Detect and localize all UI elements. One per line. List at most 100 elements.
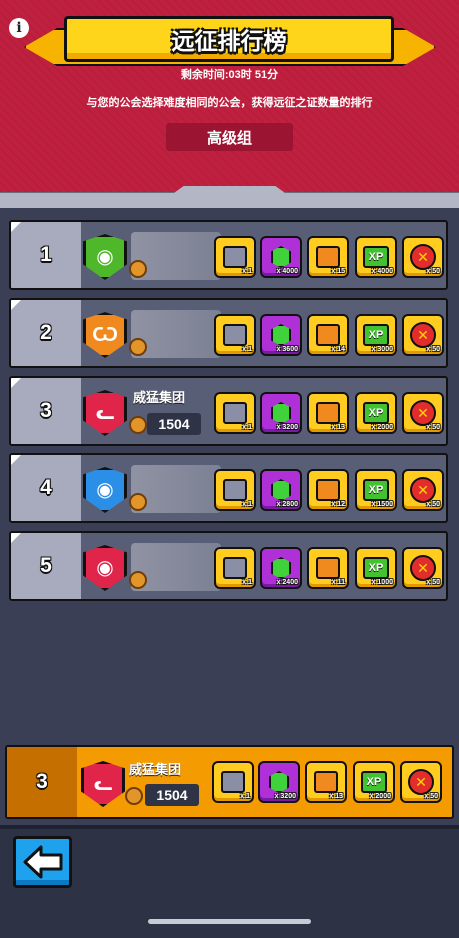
reward-brawl-box[interactable]: x 1 — [214, 547, 256, 589]
mega-box-icon — [316, 402, 340, 424]
trophy-medal-icon — [129, 571, 147, 589]
reward-amount: x 50 — [426, 579, 440, 586]
reward-amount: x 3000 — [371, 346, 393, 353]
token-icon: ✕ — [410, 400, 436, 426]
reward-token[interactable]: ✕ x 50 — [402, 469, 444, 511]
reward-gem[interactable]: x 4000 — [260, 236, 302, 278]
reward-amount: x 50 — [426, 424, 440, 431]
reward-amount: x 2000 — [371, 424, 393, 431]
rank-number: 3 — [40, 399, 52, 422]
rank-box: 5 — [11, 533, 81, 599]
brawl-box-icon — [223, 402, 247, 424]
ranking-row[interactable]: 1 ◉ x 1x 4000 x 15 XP x 4000 ✕ x 50 — [9, 220, 448, 290]
reward-mega-box[interactable]: x 12 — [307, 469, 349, 511]
reward-brawl-box[interactable]: x 1 — [214, 236, 256, 278]
reward-xp[interactable]: XP x 2000 — [353, 761, 395, 803]
cat-icon: ᓚ — [95, 402, 115, 424]
reward-xp[interactable]: XP x 2000 — [355, 392, 397, 434]
reward-token[interactable]: ✕ x 50 — [402, 547, 444, 589]
reward-gem[interactable]: x 2800 — [260, 469, 302, 511]
reward-gem[interactable]: x 3600 — [260, 314, 302, 356]
club-name: 威猛集团 — [129, 762, 182, 777]
reward-amount: x 4000 — [276, 268, 298, 275]
home-indicator[interactable] — [148, 919, 311, 924]
reward-xp[interactable]: XP x 1500 — [355, 469, 397, 511]
rank-box: 2 — [11, 300, 81, 366]
rank-number: 4 — [40, 476, 52, 499]
reward-brawl-box[interactable]: x 1 — [212, 761, 254, 803]
mega-box-icon — [316, 557, 340, 579]
club-name: 威猛集团 — [133, 390, 186, 405]
club-badge: ◉ — [83, 545, 127, 591]
group-label: 高级组 — [166, 123, 293, 151]
mega-box-icon — [316, 479, 340, 501]
reward-brawl-box[interactable]: x 1 — [214, 392, 256, 434]
reward-amount: x 1000 — [371, 579, 393, 586]
reward-xp[interactable]: XP x 1000 — [355, 547, 397, 589]
ranking-row[interactable]: 3 ᓚ 威猛集团 1504 x 1x 3200 x 13 XP x 2000 ✕ x 50 — [9, 376, 448, 446]
reward-xp[interactable]: XP x 4000 — [355, 236, 397, 278]
token-icon: ✕ — [410, 244, 436, 270]
gem-icon — [271, 402, 291, 424]
brawl-box-icon — [221, 771, 245, 793]
xp-icon: XP — [363, 557, 389, 579]
gem-icon — [271, 246, 291, 268]
reward-mega-box[interactable]: x 15 — [307, 236, 349, 278]
token-icon: ✕ — [410, 322, 436, 348]
brawl-box-icon — [223, 557, 247, 579]
info-icon[interactable]: i — [9, 18, 29, 38]
remaining-time: 剩余时间:03时 51分 — [180, 69, 279, 81]
reward-xp[interactable]: XP x 3000 — [355, 314, 397, 356]
reward-brawl-box[interactable]: x 1 — [214, 469, 256, 511]
reward-amount: x 1 — [242, 268, 252, 275]
club-badge: ◉ — [83, 467, 127, 513]
my-club-row[interactable]: 3 ᓚ 威猛集团 1504 x 1x 3200 x 13 XP x 2000 ✕ x 50 — [5, 745, 454, 819]
reward-gem[interactable]: x 3200 — [258, 761, 300, 803]
gem-icon — [271, 324, 291, 346]
xp-icon: XP — [363, 479, 389, 501]
reward-gem[interactable]: x 3200 — [260, 392, 302, 434]
raccoon-icon: ◉ — [96, 557, 114, 579]
reward-mega-box[interactable]: x 11 — [307, 547, 349, 589]
reward-amount: x 50 — [426, 268, 440, 275]
reward-amount: x 4000 — [371, 268, 393, 275]
gem-icon — [271, 479, 291, 501]
reward-mega-box[interactable]: x 13 — [307, 392, 349, 434]
reward-amount: x 14 — [331, 346, 345, 353]
rank-box: 1 — [11, 222, 81, 288]
cat-icon: ᓚ — [93, 773, 113, 795]
club-badge: ᓚ — [83, 390, 127, 436]
rank-number: 3 — [36, 770, 48, 793]
ranking-row[interactable]: 2Ѡx 1x 3600 x 14 XP x 3000 ✕ x 50 — [9, 298, 448, 368]
title-banner: 远征排行榜 — [64, 16, 394, 62]
reward-gem[interactable]: x 2400 — [260, 547, 302, 589]
reward-token[interactable]: ✕ x 50 — [402, 314, 444, 356]
reward-amount: x 1 — [242, 579, 252, 586]
xp-icon: XP — [363, 246, 389, 268]
reward-token[interactable]: ✕ x 50 — [402, 236, 444, 278]
back-button[interactable] — [13, 836, 72, 888]
reward-token[interactable]: ✕ x 50 — [402, 392, 444, 434]
trophy-medal-icon — [129, 416, 147, 434]
reward-mega-box[interactable]: x 13 — [305, 761, 347, 803]
reward-mega-box[interactable]: x 14 — [307, 314, 349, 356]
reward-token[interactable]: ✕ x 50 — [400, 761, 442, 803]
back-arrow-icon — [23, 845, 62, 879]
rank-number: 1 — [40, 243, 52, 266]
reward-amount: x 1 — [242, 424, 252, 431]
reward-amount: x 3200 — [276, 424, 298, 431]
brawl-box-icon — [223, 324, 247, 346]
xp-icon: XP — [361, 771, 387, 793]
reward-amount: x 50 — [426, 346, 440, 353]
rank-box: 3 — [11, 378, 81, 444]
ranking-row[interactable]: 4 ◉ x 1x 2800 x 12 XP x 1500 ✕ x 50 — [9, 453, 448, 523]
rank-box: 3 — [7, 747, 77, 817]
reward-amount: x 2400 — [276, 579, 298, 586]
reward-amount: x 12 — [331, 501, 345, 508]
ranking-row[interactable]: 5 ◉ x 1x 2400 x 11 XP x 1000 ✕ x 50 — [9, 531, 448, 601]
trophy-medal-icon — [125, 787, 143, 805]
reward-amount: x 13 — [329, 793, 343, 800]
reward-brawl-box[interactable]: x 1 — [214, 314, 256, 356]
mega-box-icon — [316, 324, 340, 346]
raccoon-icon: ◉ — [96, 246, 114, 268]
